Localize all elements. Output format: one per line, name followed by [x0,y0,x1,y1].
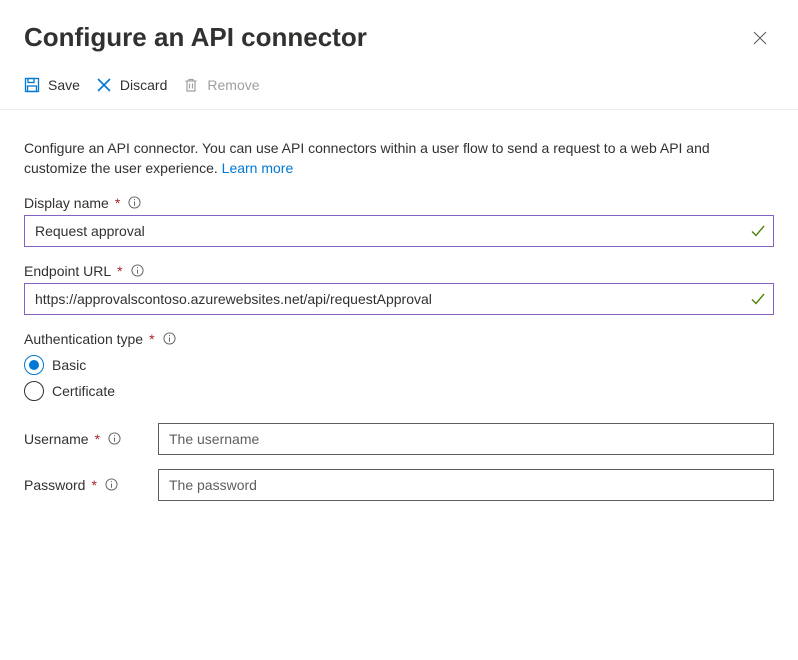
info-icon[interactable] [105,478,118,491]
check-icon [750,223,766,239]
save-button[interactable]: Save [24,77,80,93]
save-icon [24,77,40,93]
username-field: Username * [24,423,774,455]
remove-button: Remove [183,77,259,93]
discard-label: Discard [120,77,167,93]
remove-label: Remove [207,77,259,93]
page-title: Configure an API connector [24,22,367,53]
auth-type-label: Authentication type * [24,331,774,347]
radio-label-basic: Basic [52,357,86,373]
username-input[interactable] [158,423,774,455]
display-name-label: Display name * [24,195,774,211]
info-icon[interactable] [163,332,176,345]
info-icon[interactable] [128,196,141,209]
info-icon[interactable] [108,432,121,445]
save-label: Save [48,77,80,93]
trash-icon [183,77,199,93]
radio-icon [24,355,44,375]
required-asterisk: * [149,331,154,347]
discard-button[interactable]: Discard [96,77,167,93]
auth-type-radio-group: Basic Certificate [24,355,774,401]
password-label: Password * [24,477,146,493]
close-button[interactable] [746,24,774,52]
required-asterisk: * [115,195,120,211]
discard-icon [96,77,112,93]
required-asterisk: * [91,477,96,493]
required-asterisk: * [117,263,122,279]
learn-more-link[interactable]: Learn more [222,160,294,176]
password-field: Password * [24,469,774,501]
username-label: Username * [24,431,146,447]
pane-header: Configure an API connector [0,0,798,59]
description-text: Configure an API connector. You can use … [24,110,774,179]
auth-type-basic-radio[interactable]: Basic [24,355,774,375]
radio-label-certificate: Certificate [52,383,115,399]
auth-type-field: Authentication type * Basic Certificate [24,331,774,401]
password-input[interactable] [158,469,774,501]
display-name-field: Display name * [24,195,774,247]
close-icon [752,30,768,46]
description-body: Configure an API connector. You can use … [24,140,710,176]
check-icon [750,291,766,307]
endpoint-url-input[interactable] [24,283,774,315]
credential-fields: Username * Password * [24,423,774,501]
info-icon[interactable] [131,264,144,277]
auth-type-certificate-radio[interactable]: Certificate [24,381,774,401]
display-name-input[interactable] [24,215,774,247]
command-bar: Save Discard Remove [0,59,798,110]
endpoint-url-field: Endpoint URL * [24,263,774,315]
radio-icon [24,381,44,401]
required-asterisk: * [95,431,100,447]
endpoint-url-label: Endpoint URL * [24,263,774,279]
form-body: Configure an API connector. You can use … [0,110,798,539]
